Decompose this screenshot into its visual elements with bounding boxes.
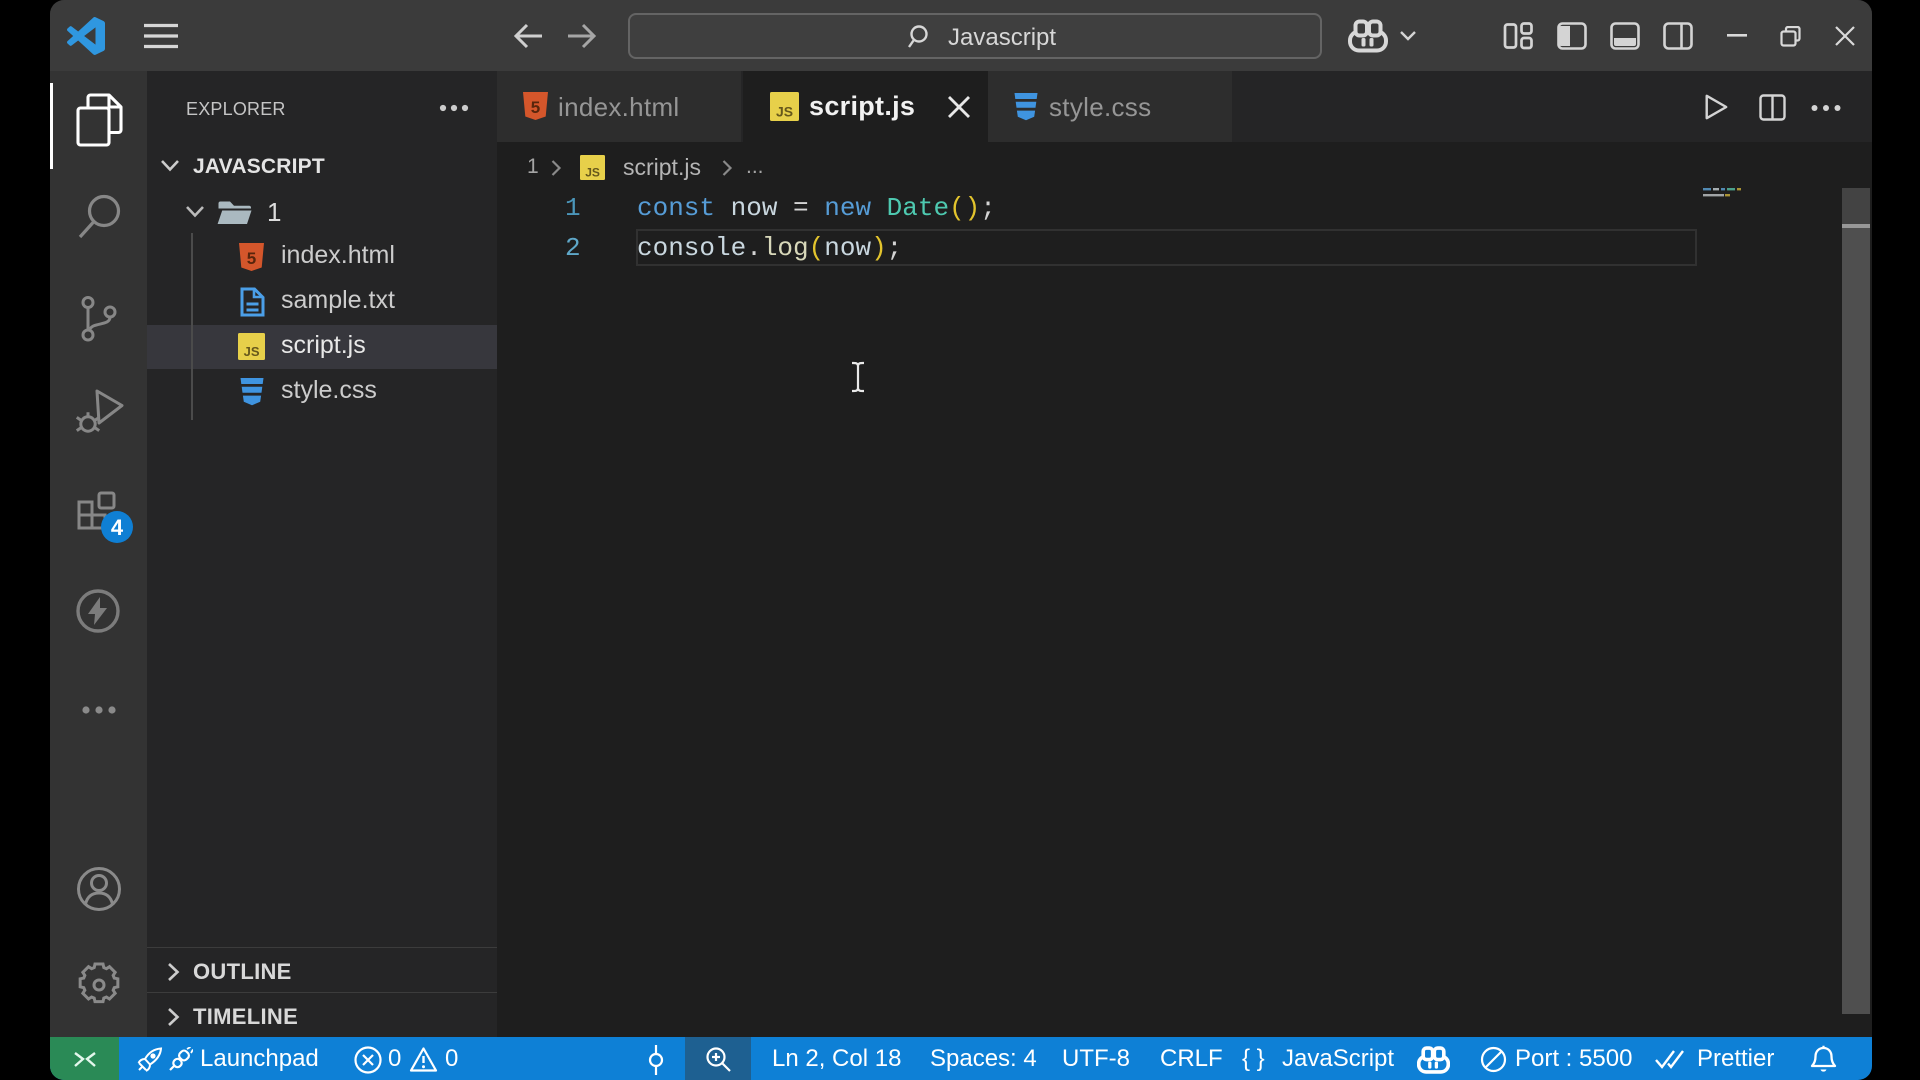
svg-text:5: 5	[531, 98, 540, 117]
svg-text:5: 5	[247, 249, 256, 268]
svg-text:4: 4	[111, 515, 124, 540]
svg-text:JS: JS	[776, 104, 793, 120]
svg-text:JS: JS	[244, 344, 260, 359]
svg-text:JS: JS	[585, 165, 600, 179]
